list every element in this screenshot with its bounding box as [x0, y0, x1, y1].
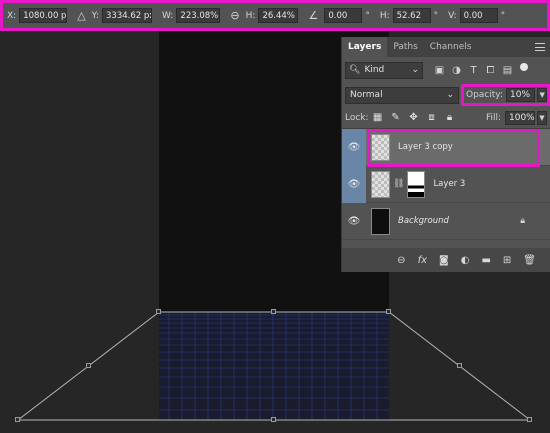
type-filter-icon[interactable]: T [465, 65, 482, 76]
layer-row[interactable]: 👁︎ Layer 3 copy [342, 128, 550, 167]
fill-field[interactable]: 100% [505, 110, 535, 125]
transform-handle[interactable] [156, 309, 161, 314]
chevron-down-icon: ⌄ [411, 65, 419, 75]
transform-handle[interactable] [86, 363, 91, 368]
lock-position-icon[interactable]: ✥ [405, 112, 423, 123]
opacity-control: Opacity: 10% ▼ [461, 84, 550, 106]
layer-row[interactable]: 👁︎ Background 🔒︎ [342, 203, 550, 240]
add-mask-icon[interactable]: ◙ [439, 255, 449, 266]
layer-thumbnail [371, 207, 390, 235]
blend-mode-value: Normal [350, 90, 383, 100]
mask-link-icon[interactable]: ⛓︎ [393, 179, 404, 189]
transform-handle[interactable] [457, 363, 462, 368]
kind-filter-select[interactable]: 🔍︎ Kind ⌄ [345, 61, 423, 79]
lock-image-icon[interactable]: ✎ [387, 112, 405, 123]
transform-handle[interactable] [386, 309, 391, 314]
layers-panel: Layers Paths Channels 🔍︎ Kind ⌄ ▣ ◑ T ⧠ … [341, 37, 550, 272]
adjustment-layer-icon[interactable]: ◐ [461, 255, 470, 266]
trash-icon[interactable]: 🗑︎ [523, 255, 536, 266]
panel-tabs: Layers Paths Channels [342, 37, 550, 57]
kind-label: Kind [364, 65, 385, 75]
adjustment-filter-icon[interactable]: ◑ [448, 65, 465, 76]
transform-handle[interactable] [271, 309, 276, 314]
lock-all-icon[interactable]: 🔒︎ [441, 112, 459, 123]
transform-handle[interactable] [271, 417, 276, 422]
filter-toggle-icon[interactable] [520, 63, 528, 77]
shape-filter-icon[interactable]: ⧠ [482, 65, 499, 76]
layer-mask-thumbnail[interactable] [407, 170, 426, 198]
chevron-down-icon: ⌄ [446, 90, 454, 100]
lock-icon: 🔒︎ [520, 216, 525, 226]
new-group-icon[interactable]: ▬ [481, 255, 490, 266]
chevron-down-icon: ▼ [539, 91, 545, 99]
blend-mode-select[interactable]: Normal ⌄ [345, 86, 459, 104]
blend-row: Normal ⌄ Opacity: 10% ▼ [342, 83, 550, 107]
layer-name[interactable]: Layer 3 [433, 179, 465, 189]
link-layers-icon[interactable]: ⊖ [397, 255, 405, 266]
layer-thumbnail [371, 133, 390, 161]
layer-row[interactable]: 👁︎ ⛓︎ Layer 3 [342, 165, 550, 203]
opacity-label: Opacity: [466, 90, 503, 100]
new-layer-icon[interactable]: ⊞ [503, 255, 511, 266]
transform-handle[interactable] [15, 417, 20, 422]
tab-layers[interactable]: Layers [342, 37, 388, 57]
transform-outline [16, 311, 532, 421]
lock-label: Lock: [345, 112, 369, 123]
pixel-filter-icon[interactable]: ▣ [431, 65, 448, 76]
chevron-down-icon: ▼ [539, 113, 545, 122]
fx-icon[interactable]: fx [418, 255, 427, 266]
opacity-slider-button[interactable]: ▼ [537, 88, 547, 102]
panel-menu-icon[interactable] [535, 43, 545, 51]
tab-paths[interactable]: Paths [387, 37, 423, 57]
lock-transparency-icon[interactable]: ▦ [369, 112, 387, 123]
highlight-outline [367, 129, 540, 167]
panel-footer: ⊖ fx ◙ ◐ ▬ ⊞ 🗑︎ [342, 248, 550, 272]
tab-channels[interactable]: Channels [424, 37, 478, 57]
lock-row: Lock: ▦ ✎ ✥ ⧈ 🔒︎ Fill: 100% ▼ [342, 107, 550, 129]
eye-icon[interactable]: 👁︎ [342, 128, 366, 166]
filter-row: 🔍︎ Kind ⌄ ▣ ◑ T ⧠ ▤ [342, 57, 550, 83]
smart-object-filter-icon[interactable]: ▤ [499, 65, 516, 76]
opacity-field[interactable]: 10% [506, 88, 536, 102]
fill-slider-button[interactable]: ▼ [537, 110, 547, 125]
fill-label: Fill: [485, 112, 501, 123]
search-icon: 🔍︎ [349, 65, 361, 75]
eye-icon[interactable]: 👁︎ [342, 203, 366, 240]
layer-name[interactable]: Layer 3 copy [398, 142, 453, 152]
artboard-icon[interactable]: ⧈ [423, 112, 441, 123]
eye-icon[interactable]: 👁︎ [342, 165, 366, 203]
transform-handle[interactable] [527, 417, 532, 422]
layer-thumbnail [371, 170, 390, 198]
layer-name[interactable]: Background [398, 216, 449, 226]
